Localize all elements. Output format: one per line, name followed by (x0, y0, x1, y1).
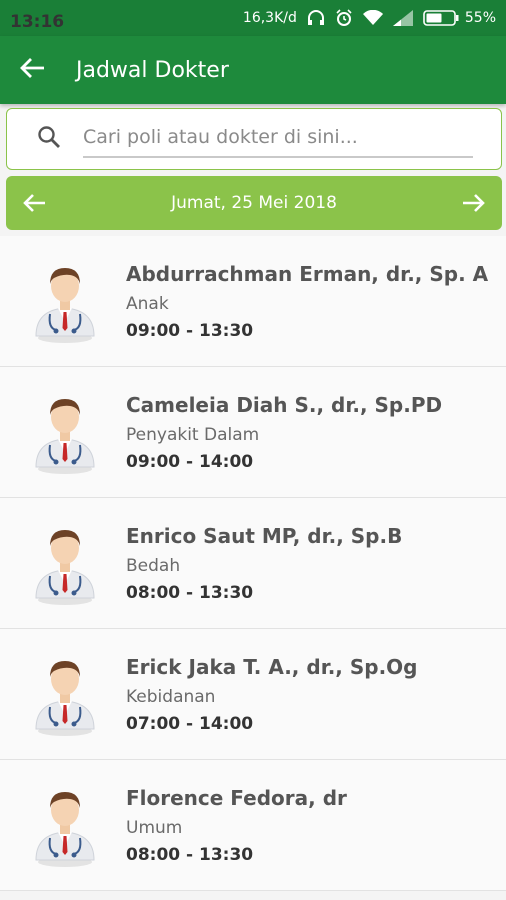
doctor-poli: Kebidanan (126, 686, 216, 707)
doctor-poli: Bedah (126, 555, 181, 576)
network-speed: 16,3K/d (242, 10, 297, 26)
next-date-button[interactable] (458, 188, 488, 218)
doctor-schedule-time: 08:00 - 13:30 (126, 844, 254, 865)
status-bar: 13:16 16,3K/d 55% (0, 0, 506, 36)
doctor-name: Florence Fedora, dr (126, 785, 347, 810)
alarm-icon (335, 9, 353, 27)
selected-date: Jumat, 25 Mei 2018 (171, 193, 337, 213)
arrow-right-icon (462, 194, 485, 212)
status-time: 13:16 (10, 11, 65, 32)
doctor-schedule-time: 09:00 - 13:30 (126, 320, 254, 341)
doctor-schedule-time: 09:00 - 14:00 (126, 451, 254, 472)
search-input[interactable] (83, 120, 473, 158)
doctor-row[interactable]: Florence Fedora, dr Umum 08:00 - 13:30 (0, 760, 506, 891)
battery-percent: 55% (464, 10, 496, 26)
doctor-avatar-icon (30, 520, 100, 606)
signal-icon (392, 10, 413, 26)
doctor-row[interactable]: Enrico Saut MP, dr., Sp.B Bedah 08:00 - … (0, 498, 506, 629)
doctor-avatar-icon (30, 651, 100, 737)
doctor-avatar-icon (30, 389, 100, 475)
doctor-info: Enrico Saut MP, dr., Sp.B Bedah 08:00 - … (126, 524, 402, 603)
doctor-poli: Penyakit Dalam (126, 424, 260, 445)
doctor-poli: Umum (126, 817, 183, 838)
doctor-name: Enrico Saut MP, dr., Sp.B (126, 523, 403, 548)
doctor-name: Abdurrachman Erman, dr., Sp. A (126, 261, 489, 286)
doctor-info: Cameleia Diah S., dr., Sp.PD Penyakit Da… (126, 393, 442, 472)
doctor-list: Abdurrachman Erman, dr., Sp. A Anak 09:0… (0, 236, 506, 891)
date-navigator: Jumat, 25 Mei 2018 (6, 176, 502, 230)
doctor-row[interactable]: Cameleia Diah S., dr., Sp.PD Penyakit Da… (0, 367, 506, 498)
doctor-schedule-time: 07:00 - 14:00 (126, 713, 254, 734)
doctor-info: Florence Fedora, dr Umum 08:00 - 13:30 (126, 786, 347, 865)
doctor-row[interactable]: Abdurrachman Erman, dr., Sp. A Anak 09:0… (0, 236, 506, 367)
doctor-info: Erick Jaka T. A., dr., Sp.Og Kebidanan 0… (126, 655, 418, 734)
previous-date-button[interactable] (20, 188, 50, 218)
doctor-avatar-icon (30, 782, 100, 868)
doctor-name: Cameleia Diah S., dr., Sp.PD (126, 392, 443, 417)
app-bar: Jadwal Dokter (0, 36, 506, 104)
headphone-icon (307, 10, 325, 26)
doctor-info: Abdurrachman Erman, dr., Sp. A Anak 09:0… (126, 262, 488, 341)
status-icons: 16,3K/d 55% (243, 9, 496, 27)
doctor-row[interactable]: Erick Jaka T. A., dr., Sp.Og Kebidanan 0… (0, 629, 506, 760)
battery-indicator: 55% (423, 10, 496, 26)
battery-icon (423, 10, 459, 26)
search-icon (37, 125, 61, 153)
page-title: Jadwal Dokter (76, 57, 229, 83)
arrow-left-icon (23, 194, 45, 212)
wifi-icon (362, 10, 383, 26)
search-box (6, 108, 502, 170)
doctor-name: Erick Jaka T. A., dr., Sp.Og (126, 654, 418, 679)
back-arrow-icon[interactable] (20, 57, 46, 83)
doctor-poli: Anak (126, 293, 169, 314)
doctor-schedule-time: 08:00 - 13:30 (126, 582, 254, 603)
doctor-avatar-icon (30, 258, 100, 344)
